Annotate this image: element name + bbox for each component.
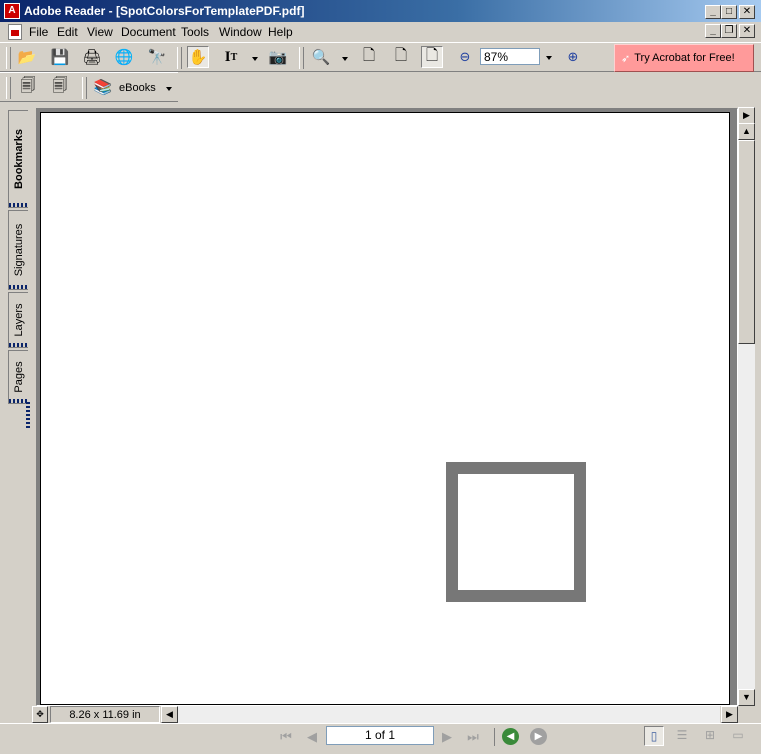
page-size-readout: 8.26 x 11.69 in — [50, 706, 160, 723]
continuous-layout-icon[interactable]: ☰ — [672, 726, 692, 746]
go-forward-icon[interactable]: ▶ — [530, 728, 547, 745]
menu-window[interactable]: Window — [219, 25, 262, 39]
single-page-layout-icon[interactable]: ▯ — [644, 726, 664, 746]
window-title: Adobe Reader - [SpotColorsForTemplatePDF… — [24, 4, 305, 18]
open-icon[interactable]: 📂 — [16, 46, 38, 68]
scroll-down-button[interactable]: ▼ — [738, 689, 755, 706]
toolbar-grip[interactable] — [299, 47, 304, 69]
menu-tools[interactable]: Tools — [181, 25, 209, 39]
menu-view[interactable]: View — [87, 25, 113, 39]
adobe-reader-app-icon[interactable]: A — [4, 3, 20, 19]
menu-help[interactable]: Help — [268, 25, 293, 39]
doc-minimize-button[interactable]: _ — [705, 24, 721, 38]
try-acrobat-button[interactable]: ➶ Try Acrobat for Free! — [614, 44, 754, 72]
doc-restore-button[interactable]: ❐ — [721, 24, 737, 38]
fit-width-icon[interactable]: 🗋 — [421, 46, 443, 68]
save-icon[interactable]: 💾 — [49, 46, 71, 68]
zoom-in-icon[interactable]: ⊕ — [562, 46, 584, 68]
zoom-tool-dropdown-arrow[interactable] — [342, 57, 348, 61]
zoom-out-icon[interactable]: ⊖ — [454, 46, 476, 68]
menu-edit[interactable]: Edit — [57, 25, 78, 39]
scroll-right-button[interactable]: ▶ — [721, 706, 738, 723]
email-icon[interactable]: 🌐 — [113, 46, 135, 68]
menu-bar: File Edit View Document Tools Window Hel… — [0, 22, 761, 42]
doc-close-button[interactable]: ✕ — [739, 24, 755, 38]
tab-pages[interactable]: Pages — [8, 350, 28, 404]
text-select-icon[interactable]: IT — [220, 46, 242, 68]
tab-signatures[interactable]: Signatures — [8, 210, 28, 290]
toolbar-grip[interactable] — [82, 77, 87, 99]
last-page-icon[interactable]: ⏭ — [463, 727, 483, 747]
rotate-counterclockwise-icon[interactable]: 🗐 — [49, 76, 71, 98]
zoom-in-tool-icon[interactable]: 🔍 — [310, 46, 332, 68]
actual-size-icon[interactable]: 🗋 — [358, 46, 380, 68]
pdf-page[interactable] — [40, 112, 730, 705]
scroll-left-button[interactable]: ◀ — [161, 706, 178, 723]
first-page-icon[interactable]: ⏮ — [276, 727, 296, 747]
toolbar-grip[interactable] — [6, 47, 11, 69]
ebooks-icon[interactable]: 📚 — [92, 76, 114, 98]
hand-tool-icon[interactable]: ✋ — [187, 46, 209, 68]
rotate-page-icon[interactable]: 🗐 — [17, 76, 39, 98]
toolbar-grip[interactable] — [6, 77, 11, 99]
toolbar-grip[interactable] — [177, 47, 182, 69]
tab-bookmarks[interactable]: Bookmarks — [8, 110, 28, 208]
search-binoculars-icon[interactable]: 🔭 — [146, 46, 168, 68]
maximize-button[interactable]: □ — [721, 5, 737, 19]
scroll-up-button[interactable]: ▲ — [738, 123, 755, 140]
ebooks-label[interactable]: eBooks — [119, 82, 156, 94]
page-number-field[interactable]: 1 of 1 — [326, 726, 434, 745]
split-handle-icon[interactable]: ✥ — [32, 706, 48, 723]
print-icon[interactable]: 🖨 — [81, 46, 103, 68]
menu-document[interactable]: Document — [121, 25, 176, 39]
go-back-icon[interactable]: ◀ — [502, 728, 519, 745]
document-icon[interactable] — [8, 24, 22, 40]
snapshot-icon[interactable]: 📷 — [267, 46, 289, 68]
next-page-icon[interactable]: ▶ — [437, 727, 457, 747]
tab-layers[interactable]: Layers — [8, 292, 28, 348]
gray-square-outline — [446, 462, 586, 602]
minimize-button[interactable]: _ — [705, 5, 721, 19]
previous-page-icon[interactable]: ◀ — [302, 727, 322, 747]
zoom-level-dropdown-arrow[interactable] — [546, 56, 552, 60]
try-acrobat-label: Try Acrobat for Free! — [634, 52, 735, 64]
continuous-facing-layout-icon[interactable]: ▭ — [728, 726, 748, 746]
acrobat-rocket-icon: ➶ — [621, 52, 631, 65]
menu-file[interactable]: File — [29, 25, 48, 39]
horizontal-scrollbar[interactable] — [178, 706, 720, 723]
fit-page-icon[interactable]: 🗋 — [390, 46, 412, 68]
scroll-menu-arrow-icon[interactable]: ▶ — [738, 107, 755, 124]
status-divider — [494, 728, 495, 746]
close-button[interactable]: ✕ — [739, 5, 755, 19]
vertical-scroll-thumb[interactable] — [738, 140, 755, 344]
facing-layout-icon[interactable]: ⊞ — [700, 726, 720, 746]
text-select-dropdown-arrow[interactable] — [252, 57, 258, 61]
nav-pane-splitter[interactable] — [26, 402, 30, 428]
ebooks-dropdown-arrow[interactable] — [166, 87, 172, 91]
zoom-level-input[interactable] — [480, 48, 540, 65]
